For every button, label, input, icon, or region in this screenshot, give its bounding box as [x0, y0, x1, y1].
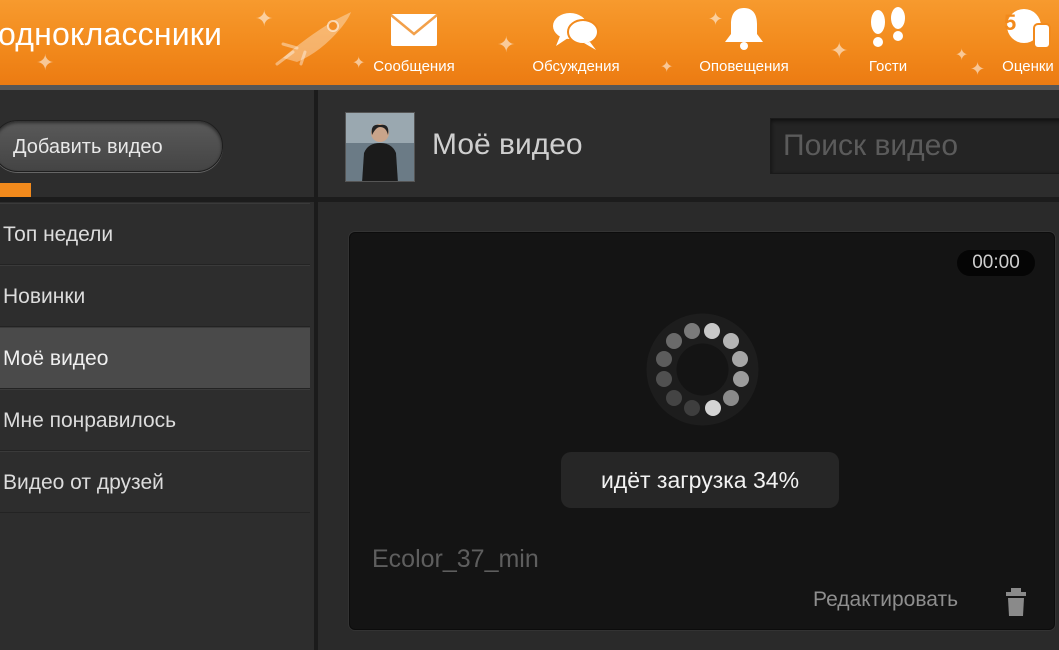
edit-video-link[interactable]: Редактировать	[813, 588, 958, 612]
nav-label: Обсуждения	[532, 58, 620, 75]
envelope-icon	[390, 14, 438, 46]
nav-guests[interactable]: Гости	[852, 0, 924, 85]
nav-ratings[interactable]: 5 Оценки	[986, 0, 1059, 85]
video-title[interactable]: Ecolor_37_min	[372, 545, 539, 574]
trash-icon[interactable]	[1004, 588, 1028, 616]
sidebar-item-liked[interactable]: Мне понравилось	[0, 389, 310, 451]
add-video-button[interactable]: Добавить видео	[0, 120, 223, 172]
speech-bubbles-icon	[553, 13, 599, 50]
rocket-icon	[275, 12, 351, 66]
upload-progress-label: идёт загрузка 34%	[561, 452, 839, 508]
nav-label: Оценки	[1002, 58, 1054, 75]
sidebar-separator	[0, 197, 314, 202]
nav-label: Оповещения	[699, 58, 789, 75]
loading-spinner-icon	[646, 313, 759, 426]
sidebar-item-top-week[interactable]: Топ недели	[0, 203, 310, 265]
search-input[interactable]	[770, 118, 1059, 174]
top-navigation-bar: ✦ ✦ ✦ ✦ ✦ ✦ ✦ ✦ ✦ одноклассники Сообщени…	[0, 0, 1059, 85]
avatar[interactable]	[345, 112, 415, 182]
site-logo[interactable]: одноклассники	[0, 16, 222, 53]
person-silhouette	[346, 113, 414, 181]
video-duration-badge: 00:00	[957, 250, 1035, 276]
rating-badge: 5	[1004, 10, 1017, 35]
sparkle-decoration: ✦	[660, 59, 674, 76]
active-tab-indicator	[0, 183, 31, 197]
sparkle-decoration: ✦	[830, 38, 849, 63]
sidebar-item-friends-video[interactable]: Видео от друзей	[0, 451, 310, 513]
nav-label: Сообщения	[373, 58, 455, 75]
page-title: Моё видео	[432, 128, 583, 161]
nav-discussions[interactable]: Обсуждения	[512, 0, 640, 85]
sidebar-item-my-video[interactable]: Моё видео	[0, 327, 310, 389]
nav-notifications[interactable]: Оповещения	[682, 0, 806, 85]
sparkle-decoration: ✦	[255, 6, 274, 31]
sparkle-decoration: ✦	[970, 59, 986, 79]
sparkle-decoration: ✦	[36, 50, 55, 75]
nav-label: Гости	[868, 58, 908, 75]
footprints-icon	[871, 7, 905, 47]
bell-icon	[725, 8, 763, 50]
sidebar-item-new[interactable]: Новинки	[0, 265, 310, 327]
sparkle-decoration: ✦	[955, 47, 969, 64]
nav-messages[interactable]: Сообщения	[352, 0, 476, 85]
